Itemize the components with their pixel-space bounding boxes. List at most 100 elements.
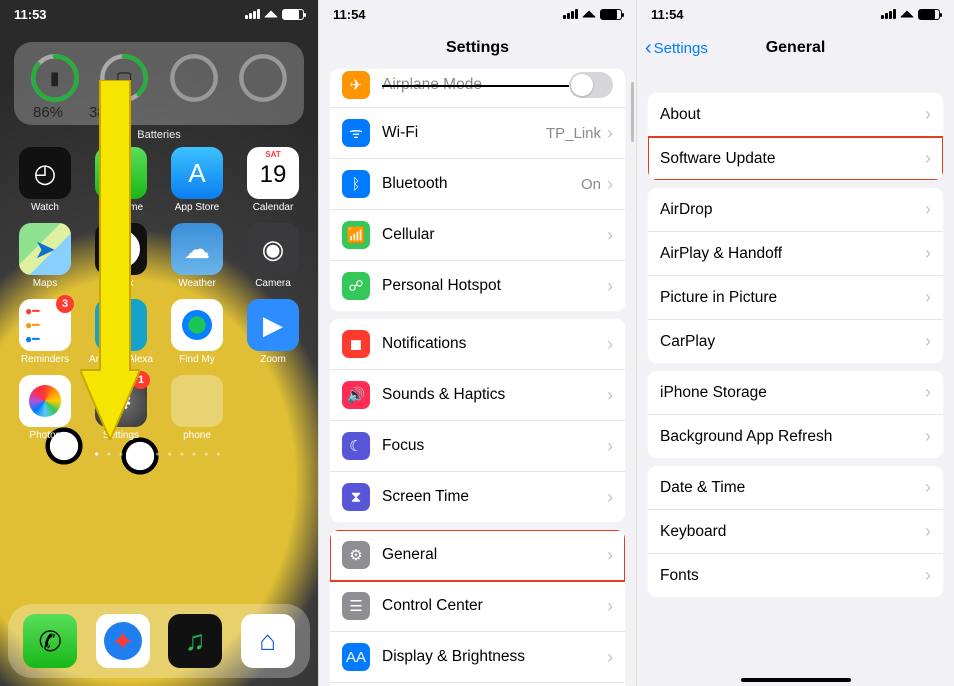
page-indicator[interactable]: ● ● ● ● ● ● ● ● ● ● ● <box>0 451 318 458</box>
chevron-right-icon: › <box>607 225 613 246</box>
home-screen: 11:53 ▮ ▢ 86% 38% Batteries ◴Watch <box>0 0 318 686</box>
airplane-toggle[interactable] <box>569 72 613 98</box>
status-bar: 11:53 <box>0 0 318 28</box>
row-wifi[interactable]: ᯤ Wi-Fi TP_Link › <box>330 108 625 159</box>
battery-ring-phone: ▮ <box>29 52 81 104</box>
app-watch[interactable]: ◴Watch <box>8 147 82 213</box>
row-display[interactable]: AA Display & Brightness › <box>330 632 625 683</box>
maps-icon: ➤ <box>34 234 56 265</box>
wifi-icon <box>900 11 914 18</box>
chevron-right-icon: › <box>925 243 931 264</box>
app-grid: ◴Watch ▶FaceTime AApp Store SAT19Calenda… <box>8 147 310 441</box>
notifications-icon: ◼ <box>342 330 370 358</box>
airplane-icon: ✈ <box>342 71 370 99</box>
app-calendar[interactable]: SAT19Calendar <box>236 147 310 213</box>
row-notifications[interactable]: ◼ Notifications › <box>330 319 625 370</box>
row-general[interactable]: ⚙ General › <box>330 530 625 581</box>
app-camera[interactable]: ◉Camera <box>236 223 310 289</box>
control-center-icon: ☰ <box>342 592 370 620</box>
row-datetime[interactable]: Date & Time› <box>648 466 943 510</box>
chevron-right-icon: › <box>925 331 931 352</box>
row-fonts[interactable]: Fonts› <box>648 554 943 597</box>
status-icons <box>245 9 304 20</box>
app-zoom[interactable]: ▶Zoom <box>236 299 310 365</box>
status-bar: 11:54 <box>637 0 954 28</box>
chevron-right-icon: › <box>607 596 613 617</box>
app-weather[interactable]: ☁Weather <box>160 223 234 289</box>
row-cellular[interactable]: 📶 Cellular › <box>330 210 625 261</box>
row-airplay[interactable]: AirPlay & Handoff› <box>648 232 943 276</box>
back-button[interactable]: ‹Settings <box>645 38 708 58</box>
dock-safari[interactable]: ✦ <box>96 614 150 668</box>
chevron-right-icon: › <box>925 104 931 125</box>
row-pip[interactable]: Picture in Picture› <box>648 276 943 320</box>
row-hotspot[interactable]: ☍ Personal Hotspot › <box>330 261 625 311</box>
battery-icon <box>918 9 940 20</box>
row-keyboard[interactable]: Keyboard› <box>648 510 943 554</box>
nav-title: Settings <box>319 28 636 68</box>
batteries-widget[interactable]: ▮ ▢ 86% 38% <box>14 42 304 125</box>
chevron-right-icon: › <box>607 436 613 457</box>
battery-ring-empty-1 <box>168 52 220 104</box>
row-storage[interactable]: iPhone Storage› <box>648 371 943 415</box>
row-bluetooth[interactable]: ᛒ Bluetooth On › <box>330 159 625 210</box>
dock-home[interactable]: ⌂ <box>241 614 295 668</box>
row-carplay[interactable]: CarPlay› <box>648 320 943 363</box>
row-refresh[interactable]: Background App Refresh› <box>648 415 943 458</box>
general-group-2: AirDrop› AirPlay & Handoff› Picture in P… <box>647 187 944 364</box>
row-control-center[interactable]: ☰ Control Center › <box>330 581 625 632</box>
app-alexa[interactable]: aAmazon Alexa <box>84 299 158 365</box>
chevron-right-icon: › <box>925 426 931 447</box>
display-icon: AA <box>342 643 370 671</box>
clock-icon: ● <box>102 230 140 268</box>
app-findmy[interactable]: Find My <box>160 299 234 365</box>
chevron-right-icon: › <box>925 287 931 308</box>
bluetooth-icon: ᛒ <box>342 170 370 198</box>
gear-icon: ⚙ <box>109 386 132 417</box>
cellular-icon: 📶 <box>342 221 370 249</box>
battery-ring-watch: ▢ <box>98 52 150 104</box>
home-indicator[interactable] <box>741 678 851 682</box>
signal-icon <box>881 9 896 19</box>
app-appstore[interactable]: AApp Store <box>160 147 234 213</box>
row-focus[interactable]: ☾ Focus › <box>330 421 625 472</box>
app-maps[interactable]: ➤Maps <box>8 223 82 289</box>
chevron-right-icon: › <box>607 545 613 566</box>
chevron-right-icon: › <box>607 174 613 195</box>
row-airplane[interactable]: ✈ Airplane Mode <box>330 69 625 108</box>
scroll-indicator <box>631 82 634 142</box>
app-clock[interactable]: ●Clock <box>84 223 158 289</box>
chevron-right-icon: › <box>607 276 613 297</box>
chevron-right-icon: › <box>925 148 931 169</box>
chevron-right-icon: › <box>607 647 613 668</box>
chevron-right-icon: › <box>925 521 931 542</box>
app-reminders[interactable]: 3●━●━●━Reminders <box>8 299 82 365</box>
row-screentime[interactable]: ⧗ Screen Time › <box>330 472 625 522</box>
safari-icon: ✦ <box>104 622 142 660</box>
wifi-value: TP_Link <box>546 125 601 142</box>
widget-label: Batteries <box>0 129 318 141</box>
chevron-left-icon: ‹ <box>645 38 652 58</box>
settings-group-alerts: ◼ Notifications › 🔊 Sounds & Haptics › ☾… <box>329 318 626 523</box>
app-facetime[interactable]: ▶FaceTime <box>84 147 158 213</box>
row-software-update[interactable]: Software Update› <box>648 137 943 180</box>
hotspot-icon: ☍ <box>342 272 370 300</box>
row-airdrop[interactable]: AirDrop› <box>648 188 943 232</box>
wifi-icon <box>582 11 596 18</box>
wifi-icon <box>264 11 278 18</box>
dock-phone[interactable]: ✆ <box>23 614 77 668</box>
folder-phone[interactable]: phone <box>160 375 234 441</box>
row-sounds[interactable]: 🔊 Sounds & Haptics › <box>330 370 625 421</box>
app-settings[interactable]: 1⚙Settings <box>84 375 158 441</box>
settings-screen: 11:54 Settings ✈ Airplane Mode ᯤ Wi-Fi T… <box>318 0 636 686</box>
status-icons <box>563 9 622 20</box>
dock-spotify[interactable]: ♫ <box>168 614 222 668</box>
general-settings-screen: 11:54 ‹Settings General About› Software … <box>636 0 954 686</box>
photos-icon <box>29 385 61 417</box>
settings-badge: 1 <box>132 371 150 389</box>
findmy-icon <box>182 310 212 340</box>
row-about[interactable]: About› <box>648 93 943 137</box>
app-photos[interactable]: Photos <box>8 375 82 441</box>
chevron-right-icon: › <box>607 487 613 508</box>
signal-icon <box>563 9 578 19</box>
